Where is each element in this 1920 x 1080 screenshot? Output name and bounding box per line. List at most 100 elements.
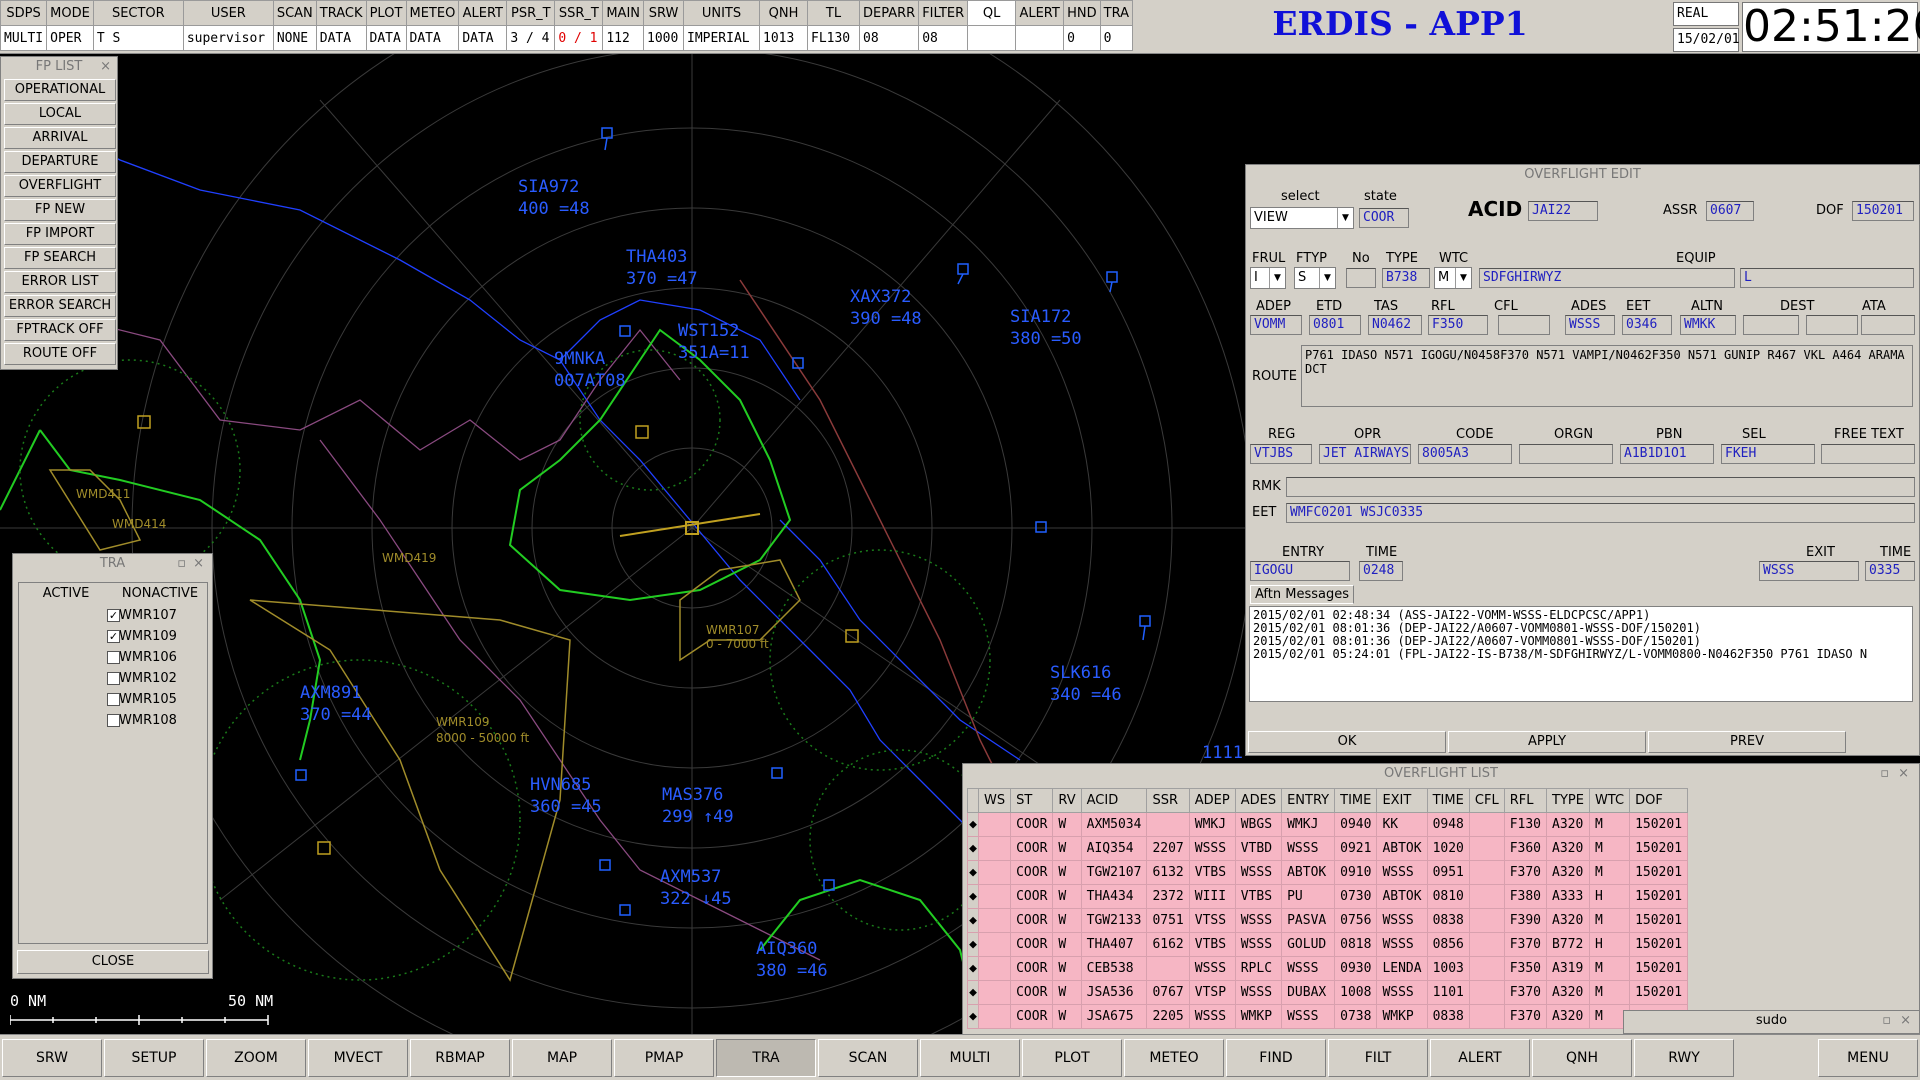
column-header[interactable]: ENTRY: [1281, 788, 1336, 813]
aftn-messages-list[interactable]: 2015/02/01 02:48:34 (ASS-JAI22-VOMM-WSSS…: [1249, 606, 1913, 702]
fp-search-button[interactable]: FP SEARCH: [4, 247, 116, 269]
toolbar-setup-button[interactable]: SETUP: [104, 1039, 204, 1077]
status-value[interactable]: 0: [1063, 25, 1101, 51]
toolbar-tra-button[interactable]: TRA: [716, 1039, 816, 1077]
etd-field[interactable]: 0801: [1309, 315, 1361, 335]
fp-import-button[interactable]: FP IMPORT: [4, 223, 116, 245]
code-field[interactable]: 8005A3: [1418, 444, 1512, 464]
toolbar-meteo-button[interactable]: METEO: [1124, 1039, 1224, 1077]
track-label[interactable]: XAX372 390 =48: [850, 287, 922, 329]
orgn-field[interactable]: [1519, 444, 1613, 464]
tra-item[interactable]: WMR106: [19, 647, 207, 668]
checkbox[interactable]: [107, 672, 120, 685]
exit-field[interactable]: WSSS: [1759, 561, 1859, 581]
status-value[interactable]: 08: [918, 25, 969, 51]
route-textarea[interactable]: P761 IDASO N571 IGOGU/N0458F370 N571 VAM…: [1301, 345, 1913, 407]
status-value[interactable]: T S: [92, 25, 184, 51]
entry-field[interactable]: IGOGU: [1250, 561, 1350, 581]
dof-field[interactable]: 150201: [1852, 201, 1914, 221]
aftn-messages-tab[interactable]: Aftn Messages: [1250, 585, 1354, 604]
status-value[interactable]: 0: [1099, 25, 1134, 51]
column-header[interactable]: CFL: [1468, 788, 1505, 813]
table-row[interactable]: ◆ COOR W JSA536 0767 VTSP WSSS DUBAX 1008 WSSS 110…: [967, 980, 1689, 1005]
row-selector-icon[interactable]: ◆: [967, 836, 979, 861]
table-row[interactable]: ◆ COOR W AXM5034 WMKJ WBGS WMKJ 0940 KK 0948 F130 A…: [967, 812, 1689, 837]
maximize-icon[interactable]: ▫: [177, 554, 186, 574]
track-label[interactable]: 9MNKA 007AT08: [554, 349, 626, 391]
status-value[interactable]: FL130: [807, 25, 860, 51]
table-row[interactable]: ◆ COOR W THA434 2372 WIII VTBS PU 0730 ABTOK 0810 F…: [967, 884, 1689, 909]
toolbar-alert-button[interactable]: ALERT: [1430, 1039, 1530, 1077]
maximize-icon[interactable]: ▫: [1880, 764, 1889, 784]
close-icon[interactable]: ×: [1898, 764, 1909, 784]
close-icon[interactable]: ×: [193, 554, 204, 574]
status-value[interactable]: [1015, 25, 1065, 51]
status-value[interactable]: NONE: [272, 25, 317, 51]
table-row[interactable]: ◆ COOR W JSA675 2205 WSSS WMKP WSSS 0738 WMKP 0838…: [967, 1004, 1689, 1029]
checkbox[interactable]: [107, 651, 120, 664]
track-label[interactable]: WST152 351A=11: [678, 321, 750, 363]
tra-item[interactable]: WMR102: [19, 668, 207, 689]
close-icon[interactable]: ×: [100, 57, 111, 77]
tra-close-button[interactable]: CLOSE: [17, 950, 209, 974]
row-selector-icon[interactable]: ◆: [967, 860, 979, 885]
reg-field[interactable]: VTJBS: [1250, 444, 1312, 464]
status-value[interactable]: DATA: [315, 25, 367, 51]
column-header[interactable]: TIME: [1426, 788, 1470, 813]
column-header[interactable]: WS: [977, 788, 1012, 813]
alt-extra-field[interactable]: [1743, 315, 1799, 335]
sel-field[interactable]: FKEH: [1721, 444, 1815, 464]
fp-operational-button[interactable]: OPERATIONAL: [4, 79, 116, 101]
tra-item[interactable]: WMR108: [19, 710, 207, 731]
ok-button[interactable]: OK: [1248, 731, 1446, 753]
tra-item[interactable]: WMR105: [19, 689, 207, 710]
fp-overflight-button[interactable]: OVERFLIGHT: [4, 175, 116, 197]
toolbar-mvect-button[interactable]: MVECT: [308, 1039, 408, 1077]
cfl-field[interactable]: [1498, 315, 1550, 335]
track-label[interactable]: AXM537 322 ↓45: [660, 867, 732, 909]
error-list-button[interactable]: ERROR LIST: [4, 271, 116, 293]
row-selector-icon[interactable]: ◆: [967, 908, 979, 933]
type-field[interactable]: B738: [1382, 268, 1430, 288]
ftyp-dropdown[interactable]: S ▼: [1294, 267, 1336, 289]
toolbar-zoom-button[interactable]: ZOOM: [206, 1039, 306, 1077]
status-value[interactable]: 0 / 1: [554, 25, 604, 51]
eet-list-field[interactable]: WMFC0201 WSJC0335: [1286, 503, 1915, 523]
checkbox[interactable]: ✓: [107, 609, 120, 622]
row-selector-icon[interactable]: ◆: [967, 884, 979, 909]
status-value[interactable]: 1013: [759, 25, 808, 51]
column-header[interactable]: TIME: [1334, 788, 1378, 813]
close-icon[interactable]: ×: [1900, 1011, 1911, 1031]
fp-new-button[interactable]: FP NEW: [4, 199, 116, 221]
table-row[interactable]: ◆ COOR W AIQ354 2207 WSSS VTBD WSSS 0921 ABTOK 102…: [967, 836, 1689, 861]
status-value[interactable]: OPER: [46, 25, 94, 51]
row-selector-icon[interactable]: ◆: [967, 932, 979, 957]
track-label[interactable]: MAS376 299 ↑49: [662, 785, 734, 827]
status-value[interactable]: DATA: [365, 25, 407, 51]
pbn-field[interactable]: A1B1D1O1: [1620, 444, 1714, 464]
status-value[interactable]: [967, 25, 1017, 51]
row-selector-icon[interactable]: ◆: [967, 812, 979, 837]
adep-field[interactable]: VOMM: [1250, 315, 1302, 335]
status-value[interactable]: 1000: [643, 25, 684, 51]
tas-field[interactable]: N0462: [1368, 315, 1422, 335]
tra-item[interactable]: ✓ WMR107: [19, 605, 207, 626]
maximize-icon[interactable]: ▫: [1882, 1011, 1891, 1031]
table-row[interactable]: ◆ COOR W TGW2107 6132 VTBS WSSS ABTOK 0910 WSSS 09…: [967, 860, 1689, 885]
dest-field[interactable]: [1806, 315, 1858, 335]
track-label[interactable]: SIA972 400 =48: [518, 177, 590, 219]
track-label[interactable]: THA403 370 =47: [626, 247, 698, 289]
no-field[interactable]: [1346, 268, 1376, 288]
fp-departure-button[interactable]: DEPARTURE: [4, 151, 116, 173]
status-value[interactable]: DATA: [405, 25, 460, 51]
column-header[interactable]: WTC: [1588, 788, 1631, 813]
track-label[interactable]: HVN685 360 =45: [530, 775, 602, 817]
toolbar-qnh-button[interactable]: QNH: [1532, 1039, 1632, 1077]
toolbar-find-button[interactable]: FIND: [1226, 1039, 1326, 1077]
column-header[interactable]: ADES: [1234, 788, 1283, 813]
column-header[interactable]: TYPE: [1546, 788, 1590, 813]
toolbar-plot-button[interactable]: PLOT: [1022, 1039, 1122, 1077]
table-row[interactable]: ◆ COOR W THA407 6162 VTBS WSSS GOLUD 0818 WSSS 085…: [967, 932, 1689, 957]
fp-local-button[interactable]: LOCAL: [4, 103, 116, 125]
status-value[interactable]: 112: [602, 25, 644, 51]
